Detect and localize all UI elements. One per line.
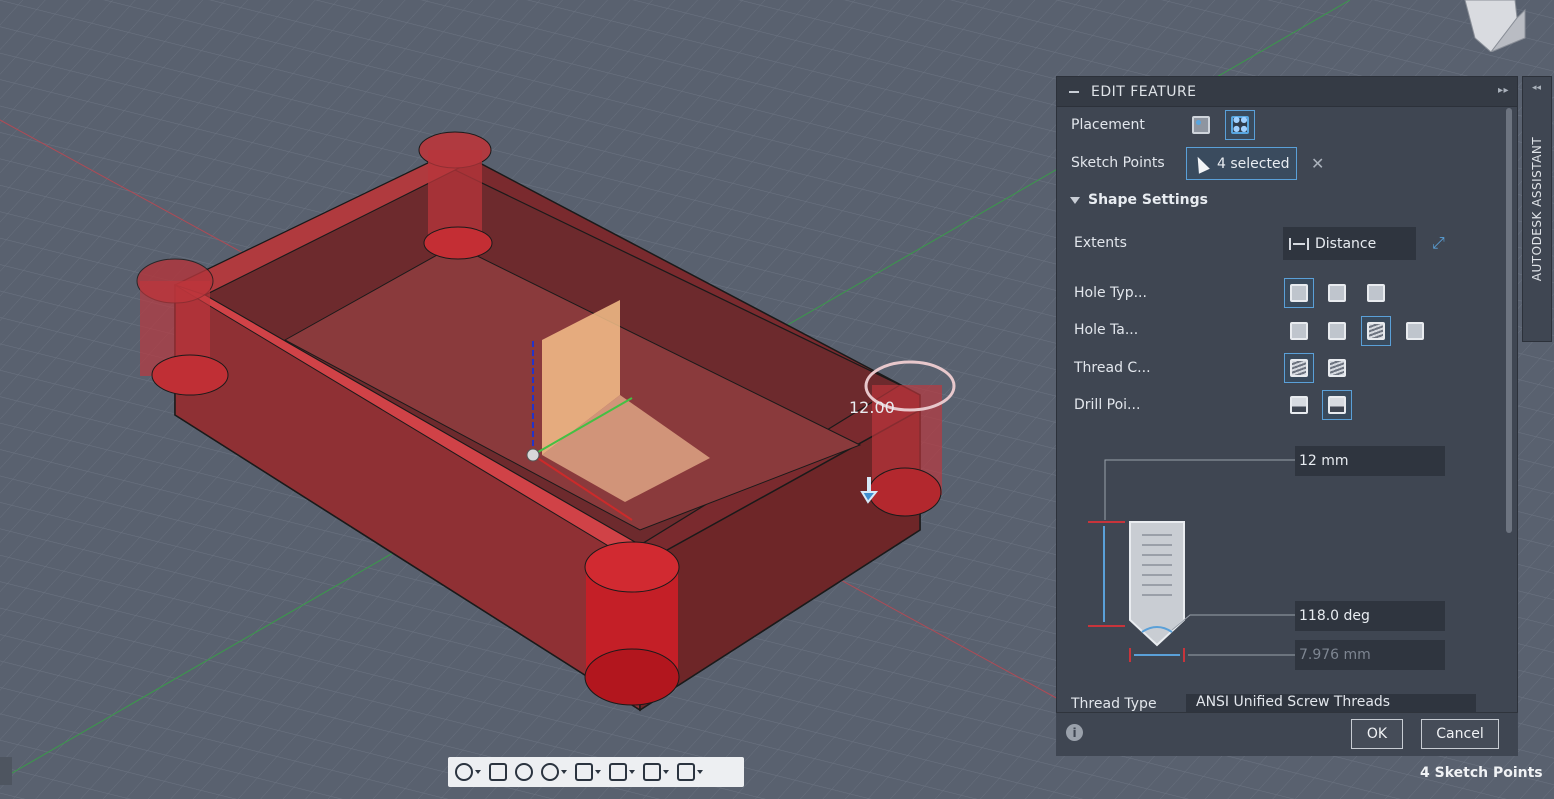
pan-button[interactable] bbox=[512, 759, 536, 785]
multiple-points-icon bbox=[1231, 115, 1249, 134]
simple-hole-icon bbox=[1290, 284, 1308, 302]
tap-simple-button[interactable] bbox=[1284, 316, 1314, 346]
chevron-down-icon bbox=[595, 770, 601, 774]
hole-right-selected[interactable] bbox=[860, 360, 956, 517]
thread-full-button[interactable] bbox=[1284, 353, 1314, 383]
sketch-points-selection[interactable]: 4 selected bbox=[1186, 147, 1297, 180]
placement-multiple-button[interactable] bbox=[1225, 110, 1255, 140]
collapse-icon[interactable] bbox=[1069, 90, 1079, 93]
countersink-icon bbox=[1367, 284, 1385, 302]
drill-flat-button[interactable] bbox=[1284, 390, 1314, 420]
ok-button[interactable]: OK bbox=[1351, 719, 1403, 749]
look-at-icon bbox=[489, 763, 507, 781]
counterbore-icon bbox=[1328, 284, 1346, 302]
view-cube[interactable] bbox=[1455, 0, 1527, 54]
sketch-points-label: Sketch Points bbox=[1071, 155, 1165, 171]
full-thread-icon bbox=[1290, 359, 1308, 377]
angle-input[interactable]: 118.0 deg bbox=[1295, 601, 1445, 631]
zoom-icon bbox=[541, 763, 559, 781]
tap-simple-icon bbox=[1290, 322, 1308, 340]
angle-value: 118.0 deg bbox=[1299, 608, 1370, 624]
angled-drill-icon bbox=[1328, 396, 1346, 414]
chevron-down-icon bbox=[663, 770, 669, 774]
cursor-icon bbox=[1192, 153, 1210, 174]
status-selection-count: 4 Sketch Points bbox=[1420, 765, 1543, 781]
extents-label: Extents bbox=[1074, 235, 1127, 251]
dimension-label[interactable]: 12.00 bbox=[849, 398, 895, 417]
drill-point-label: Drill Poi... bbox=[1074, 397, 1141, 413]
grid-icon bbox=[643, 763, 661, 781]
hole-diagram bbox=[1088, 459, 1295, 662]
diameter-value: 7.976 mm bbox=[1299, 647, 1371, 663]
hole-type-counterbore-button[interactable] bbox=[1322, 278, 1352, 308]
distance-icon bbox=[1289, 237, 1309, 250]
tap-taper-button[interactable] bbox=[1400, 316, 1430, 346]
panel-header: EDIT FEATURE ▸▸ bbox=[1057, 77, 1517, 107]
tapped-icon bbox=[1367, 322, 1385, 340]
fit-icon bbox=[575, 763, 593, 781]
thread-label: Thread C... bbox=[1074, 360, 1151, 376]
panel-scrollbar[interactable] bbox=[1506, 108, 1512, 533]
partial-thread-icon bbox=[1328, 359, 1346, 377]
hole-type-simple-button[interactable] bbox=[1284, 278, 1314, 308]
cancel-button[interactable]: Cancel bbox=[1421, 719, 1499, 749]
extents-dropdown[interactable]: Distance bbox=[1283, 227, 1416, 260]
thread-partial-button[interactable] bbox=[1322, 353, 1352, 383]
collapse-arrow-icon[interactable]: ◂◂ bbox=[1532, 83, 1541, 93]
hole-tap-label: Hole Ta... bbox=[1074, 322, 1139, 338]
flat-drill-icon bbox=[1290, 396, 1308, 414]
depth-input[interactable]: 12 mm bbox=[1295, 446, 1445, 476]
tap-clearance-button[interactable] bbox=[1322, 316, 1352, 346]
hole-back[interactable] bbox=[418, 131, 493, 260]
viewports-icon bbox=[677, 763, 695, 781]
left-panel-tab[interactable] bbox=[0, 757, 12, 785]
autodesk-assistant-tab[interactable]: ◂◂ AUTODESK ASSISTANT bbox=[1522, 76, 1552, 342]
shape-settings-section[interactable]: Shape Settings bbox=[1070, 192, 1208, 208]
section-title: Shape Settings bbox=[1088, 192, 1208, 208]
navigation-toolbar bbox=[448, 757, 744, 787]
pan-icon bbox=[515, 763, 533, 781]
drill-angle-button[interactable] bbox=[1322, 390, 1352, 420]
chevron-down-icon bbox=[1070, 196, 1080, 204]
info-icon[interactable]: i bbox=[1066, 724, 1083, 741]
clear-selection-icon[interactable]: ✕ bbox=[1311, 154, 1324, 173]
thread-type-dropdown[interactable]: ANSI Unified Screw Threads bbox=[1186, 694, 1476, 714]
zoom-button[interactable] bbox=[538, 759, 570, 785]
orbit-button[interactable] bbox=[452, 759, 484, 785]
look-at-button[interactable] bbox=[486, 759, 510, 785]
viewports-button[interactable] bbox=[674, 759, 706, 785]
chevron-down-icon bbox=[697, 770, 703, 774]
chevron-down-icon bbox=[629, 770, 635, 774]
taper-tap-icon bbox=[1406, 322, 1424, 340]
fit-button[interactable] bbox=[572, 759, 604, 785]
placement-label: Placement bbox=[1071, 117, 1145, 133]
tap-tapped-button[interactable] bbox=[1361, 316, 1391, 346]
expand-icon[interactable]: ▸▸ bbox=[1498, 85, 1509, 96]
hole-type-countersink-button[interactable] bbox=[1361, 278, 1391, 308]
panel-title: EDIT FEATURE bbox=[1091, 83, 1197, 100]
placement-single-button[interactable] bbox=[1186, 110, 1216, 140]
thread-type-label: Thread Type bbox=[1071, 696, 1157, 712]
display-icon bbox=[609, 763, 627, 781]
hole-type-label: Hole Typ... bbox=[1074, 285, 1147, 301]
depth-value: 12 mm bbox=[1299, 453, 1349, 469]
assistant-label: AUTODESK ASSISTANT bbox=[1530, 136, 1544, 282]
extents-value: Distance bbox=[1315, 235, 1377, 252]
chevron-down-icon bbox=[475, 770, 481, 774]
diameter-input: 7.976 mm bbox=[1295, 640, 1445, 670]
chevron-down-icon bbox=[561, 770, 567, 774]
display-settings-button[interactable] bbox=[606, 759, 638, 785]
orbit-icon bbox=[455, 763, 473, 781]
thread-type-value: ANSI Unified Screw Threads bbox=[1196, 694, 1391, 710]
selection-count: 4 selected bbox=[1217, 155, 1290, 172]
single-point-icon bbox=[1192, 116, 1210, 134]
flip-direction-icon[interactable]: ⤢ bbox=[1432, 233, 1445, 253]
grid-settings-button[interactable] bbox=[640, 759, 672, 785]
hole-front[interactable] bbox=[584, 541, 680, 706]
tap-clearance-icon bbox=[1328, 322, 1346, 340]
